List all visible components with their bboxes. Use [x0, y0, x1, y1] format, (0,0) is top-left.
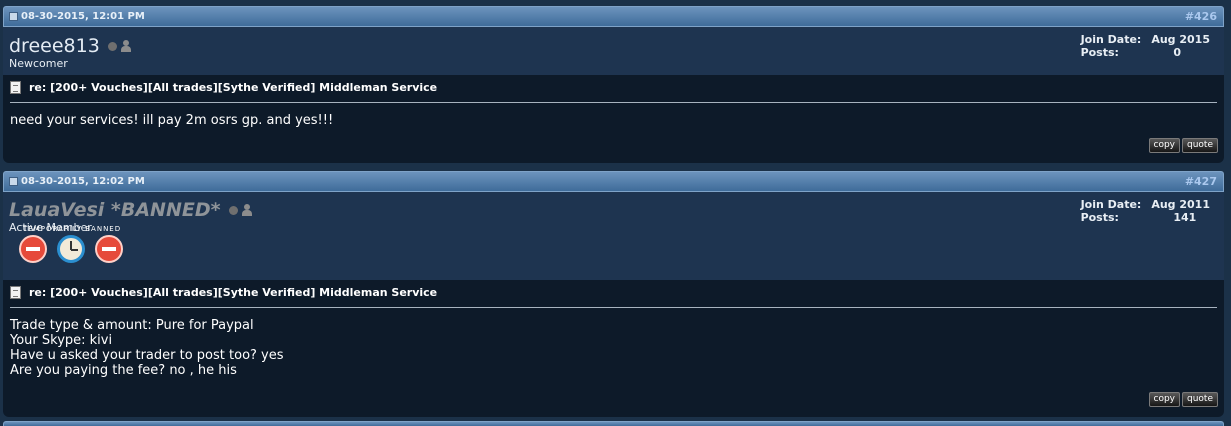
user-title: Active Member [9, 221, 92, 234]
post-426: 08-30-2015, 12:01 PM #426 dreee813 Newco… [3, 6, 1224, 163]
post-title: re: [200+ Vouches][All trades][Sythe Ver… [29, 286, 438, 299]
join-date-label: Join Date: [1080, 33, 1142, 46]
posts-label: Posts: [1080, 46, 1119, 59]
post-message: Trade type & amount: Pure for Paypal You… [3, 308, 1224, 378]
post-date: 08-30-2015, 12:01 PM [21, 11, 145, 22]
post-count-value: 0 [1173, 46, 1181, 59]
user-title: Newcomer [9, 57, 68, 70]
post-title-row: re: [200+ Vouches][All trades][Sythe Ver… [3, 75, 1224, 94]
user-info: dreee813 Newcomer Join Date: Aug 2015 Pos… [3, 27, 1224, 75]
post-title: re: [200+ Vouches][All trades][Sythe Ver… [29, 81, 438, 94]
no-entry-icon [95, 235, 123, 263]
offline-status-icon [228, 205, 238, 215]
document-icon [10, 286, 21, 299]
badge-caption: TEMPORARILY BANNED [23, 225, 122, 233]
join-date-value: Aug 2011 [1151, 198, 1210, 211]
user-info: LauaVesi *BANNED* Active Member TEMPORAR… [3, 192, 1224, 280]
badge-group: TEMPORARILY BANNED [17, 225, 123, 263]
join-date-value: Aug 2015 [1151, 33, 1210, 46]
copy-button[interactable]: copy [1148, 138, 1180, 153]
username-container: LauaVesi *BANNED* [9, 199, 1224, 221]
join-date-label: Join Date: [1080, 198, 1142, 211]
quote-button[interactable]: quote [1182, 392, 1218, 407]
post-header-partial [3, 421, 1224, 426]
user-stats: Join Date: Aug 2011 Posts: 141 [1081, 198, 1210, 224]
clock-icon [57, 235, 85, 263]
posts-label: Posts: [1080, 211, 1119, 224]
post-number-link[interactable]: #426 [1185, 10, 1217, 23]
post-status-icon [9, 177, 18, 186]
post-header: 08-30-2015, 12:02 PM #427 [3, 171, 1224, 192]
message-line: Trade type & amount: Pure for Paypal [10, 318, 254, 333]
username-container: dreee813 [9, 35, 1224, 57]
next-post-header [3, 421, 1224, 426]
post-427: 08-30-2015, 12:02 PM #427 LauaVesi *BANN… [3, 171, 1224, 417]
post-title-row: re: [200+ Vouches][All trades][Sythe Ver… [3, 280, 1224, 299]
user-stats: Join Date: Aug 2015 Posts: 0 [1081, 33, 1210, 59]
post-number-link[interactable]: #427 [1185, 175, 1217, 188]
post-date-container: 08-30-2015, 12:01 PM [9, 11, 145, 22]
post-body: re: [200+ Vouches][All trades][Sythe Ver… [3, 75, 1224, 163]
post-header: 08-30-2015, 12:01 PM #426 [3, 6, 1224, 27]
offline-status-icon [107, 41, 117, 51]
user-profile-icon[interactable] [120, 40, 131, 52]
message-line: Your Skype: kivi [10, 333, 113, 348]
username-link[interactable]: LauaVesi *BANNED* [9, 199, 221, 221]
post-status-icon [9, 12, 18, 21]
post-count-value: 141 [1173, 211, 1197, 224]
user-profile-icon[interactable] [241, 204, 252, 216]
quote-button[interactable]: quote [1182, 138, 1218, 153]
message-line: Have u asked your trader to post too? ye… [10, 348, 284, 363]
post-body: re: [200+ Vouches][All trades][Sythe Ver… [3, 280, 1224, 417]
post-date-container: 08-30-2015, 12:02 PM [9, 176, 145, 187]
post-date: 08-30-2015, 12:02 PM [21, 176, 145, 187]
message-line: Are you paying the fee? no , he his [10, 363, 237, 378]
message-line: need your services! ill pay 2m osrs gp. … [10, 113, 334, 128]
document-icon [10, 81, 21, 94]
no-entry-icon [19, 235, 47, 263]
copy-button[interactable]: copy [1148, 392, 1180, 407]
username-link[interactable]: dreee813 [9, 35, 100, 57]
post-message: need your services! ill pay 2m osrs gp. … [3, 103, 1224, 128]
badge-row [17, 235, 123, 263]
